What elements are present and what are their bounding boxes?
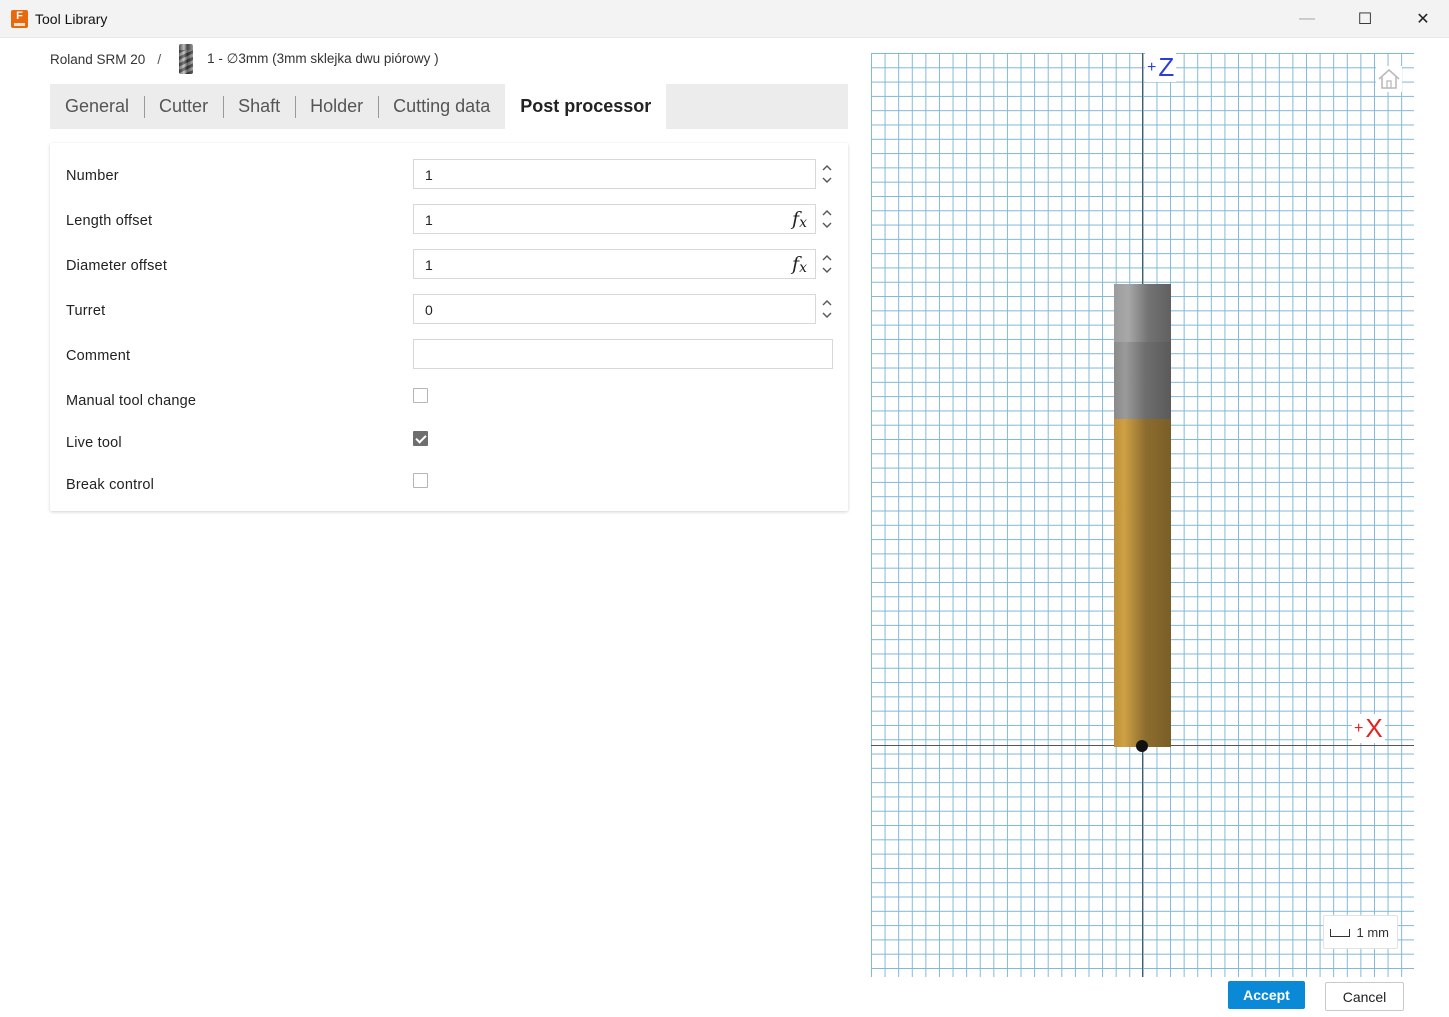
window-title: Tool Library — [35, 11, 108, 27]
live-tool-checkbox[interactable] — [413, 431, 428, 446]
comment-label: Comment — [66, 348, 131, 364]
endmill-thumbnail-icon — [179, 44, 194, 74]
origin-point — [1136, 740, 1148, 752]
fusion-app-icon: F — [11, 10, 28, 28]
length-offset-field[interactable]: 1 fx — [413, 204, 816, 234]
breadcrumb-library[interactable]: Roland SRM 20 — [50, 52, 145, 67]
x-axis-label: +X — [1352, 714, 1385, 743]
minimize-button[interactable]: — — [1278, 0, 1336, 38]
length-offset-label: Length offset — [66, 213, 153, 229]
manual-tool-change-checkbox[interactable] — [413, 388, 428, 403]
tab-holder[interactable]: Holder — [295, 84, 378, 129]
number-spinner[interactable] — [820, 160, 834, 188]
x-axis-letter: X — [1365, 713, 1383, 743]
turret-spinner[interactable] — [820, 295, 834, 323]
maximize-button[interactable]: ☐ — [1336, 0, 1394, 38]
tab-general[interactable]: General — [50, 84, 144, 129]
turret-label: Turret — [66, 303, 106, 319]
fx-expression-icon[interactable]: fx — [792, 208, 807, 231]
tab-shaft[interactable]: Shaft — [223, 84, 295, 129]
close-button[interactable]: ✕ — [1394, 0, 1449, 38]
tab-cutting-data[interactable]: Cutting data — [378, 84, 505, 129]
breadcrumb-tool: 1 - ∅3mm (3mm sklejka dwu piórowy ) — [207, 51, 439, 66]
home-view-icon[interactable] — [1376, 66, 1402, 92]
post-processor-form: Number 1 Length offset 1 fx Diameter off… — [50, 143, 848, 511]
number-field[interactable]: 1 — [413, 159, 816, 189]
x-axis-plus: + — [1354, 720, 1364, 737]
live-tool-label: Live tool — [66, 435, 122, 451]
diameter-offset-label: Diameter offset — [66, 258, 168, 274]
breadcrumb-separator: / — [157, 51, 162, 67]
z-axis-label: +Z — [1145, 53, 1177, 82]
break-control-label: Break control — [66, 477, 155, 493]
tab-bar: General Cutter Shaft Holder Cutting data… — [50, 84, 848, 129]
length-offset-value: 1 — [425, 212, 433, 228]
diameter-offset-spinner[interactable] — [820, 250, 834, 278]
tab-cutter[interactable]: Cutter — [144, 84, 223, 129]
comment-field[interactable] — [413, 339, 833, 369]
tool-preview-viewport[interactable]: +Z +X 1 mm — [871, 53, 1414, 977]
z-axis-letter: Z — [1158, 53, 1175, 82]
tab-post-processor[interactable]: Post processor — [505, 84, 667, 129]
scale-indicator: 1 mm — [1323, 915, 1398, 949]
diameter-offset-field[interactable]: 1 fx — [413, 249, 816, 279]
breadcrumb: Roland SRM 20 / 1 - ∅3mm (3mm sklejka dw… — [50, 44, 439, 74]
fx-expression-icon[interactable]: fx — [792, 253, 807, 276]
tool-holder-shape — [1114, 284, 1171, 419]
accept-button[interactable]: Accept — [1228, 981, 1305, 1009]
turret-field[interactable]: 0 — [413, 294, 816, 324]
manual-tool-change-label: Manual tool change — [66, 393, 197, 409]
z-axis-plus: + — [1147, 59, 1157, 76]
break-control-checkbox[interactable] — [413, 473, 428, 488]
number-label: Number — [66, 168, 119, 184]
diameter-offset-value: 1 — [425, 257, 433, 273]
tool-cutter-shape — [1114, 419, 1171, 747]
title-bar: F Tool Library — ☐ ✕ — [0, 0, 1449, 38]
cancel-button[interactable]: Cancel — [1325, 982, 1404, 1011]
length-offset-spinner[interactable] — [820, 205, 834, 233]
scale-bar-icon — [1330, 929, 1350, 937]
scale-label: 1 mm — [1356, 924, 1390, 940]
